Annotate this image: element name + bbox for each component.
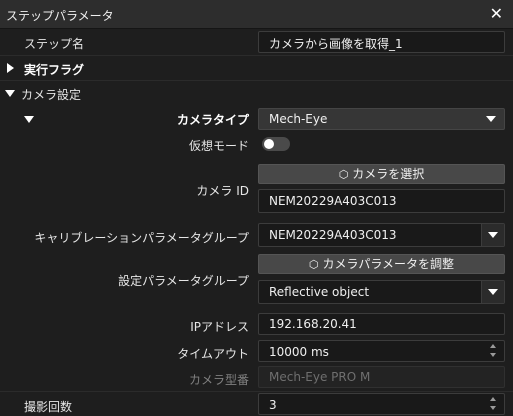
spin-arrows[interactable] [488,343,500,359]
camera-model-input: Mech-Eye PRO M [258,366,505,388]
spin-up-icon[interactable] [490,397,496,401]
timeout-value: 10000 ms [269,345,329,359]
virtual-mode-label: 仮想モード [188,139,249,153]
divider [0,391,513,392]
camera-model-label: カメラ型番 [188,373,249,387]
collapse-down-icon[interactable] [24,116,34,123]
step-name-input[interactable]: カメラから画像を取得_1 [258,31,505,53]
window-title: ステップパラメータ [6,9,114,23]
capture-count-value: 3 [269,398,277,412]
camera-settings-section-header[interactable]: カメラ設定 [0,81,513,105]
select-camera-button[interactable]: ⬡ カメラを選択 [258,164,505,184]
virtual-mode-row: 仮想モード [0,133,513,155]
exec-flag-section-header[interactable]: 実行フラグ [0,56,513,80]
spin-arrows[interactable] [488,396,500,412]
ip-address-label: IPアドレス [190,320,249,334]
gear-hex-icon: ⬡ [338,168,349,181]
calibration-group-dropdown-button[interactable] [481,224,504,246]
camera-type-value: Mech-Eye [269,112,328,126]
ip-address-input[interactable]: 192.168.20.41 [258,313,505,335]
calibration-group-combo[interactable]: NEM20229A403C013 [258,223,505,247]
camera-type-label: カメラタイプ [176,113,249,127]
config-group-value: Reflective object [269,285,370,299]
virtual-mode-toggle[interactable] [262,137,290,151]
calibration-group-label: キャリブレーションパラメータグループ [34,231,249,245]
config-group-dropdown-button[interactable] [481,281,504,303]
camera-id-label: カメラ ID [196,184,249,198]
capture-count-label: 撮影回数 [24,400,73,414]
config-group-label: 設定パラメータグループ [118,274,249,288]
spin-down-icon[interactable] [490,406,496,410]
adjust-camera-params-button[interactable]: ⬡ カメラパラメータを調整 [258,254,505,274]
close-icon[interactable]: ✕ [490,4,503,23]
spin-up-icon[interactable] [490,344,496,348]
toggle-knob [264,139,274,149]
camera-id-input[interactable]: NEM20229A403C013 [258,189,505,213]
camera-type-select[interactable]: Mech-Eye [258,108,505,130]
exec-flag-label: 実行フラグ [24,63,85,77]
gear-hex-icon: ⬡ [308,258,319,271]
capture-count-spinbox[interactable]: 3 [258,393,505,415]
chevron-down-icon [488,232,498,238]
timeout-spinbox[interactable]: 10000 ms [258,340,505,362]
collapse-down-icon[interactable] [5,90,15,97]
camera-type-row: カメラタイプ Mech-Eye [0,107,513,131]
timeout-label: タイムアウト [177,347,249,361]
select-camera-button-label: カメラを選択 [352,167,425,181]
camera-settings-label: カメラ設定 [21,88,82,102]
adjust-camera-params-button-label: カメラパラメータを調整 [322,257,455,271]
title-bar: ステップパラメータ ✕ [0,0,513,29]
spin-down-icon[interactable] [490,353,496,357]
config-group-combo[interactable]: Reflective object [258,280,505,304]
step-name-label: ステップ名 [24,37,85,51]
chevron-down-icon [488,289,498,295]
step-name-row: ステップ名 カメラから画像を取得_1 [0,29,513,55]
chevron-down-icon[interactable] [486,116,496,122]
calibration-group-value: NEM20229A403C013 [269,228,397,242]
expand-right-icon[interactable] [7,63,14,73]
